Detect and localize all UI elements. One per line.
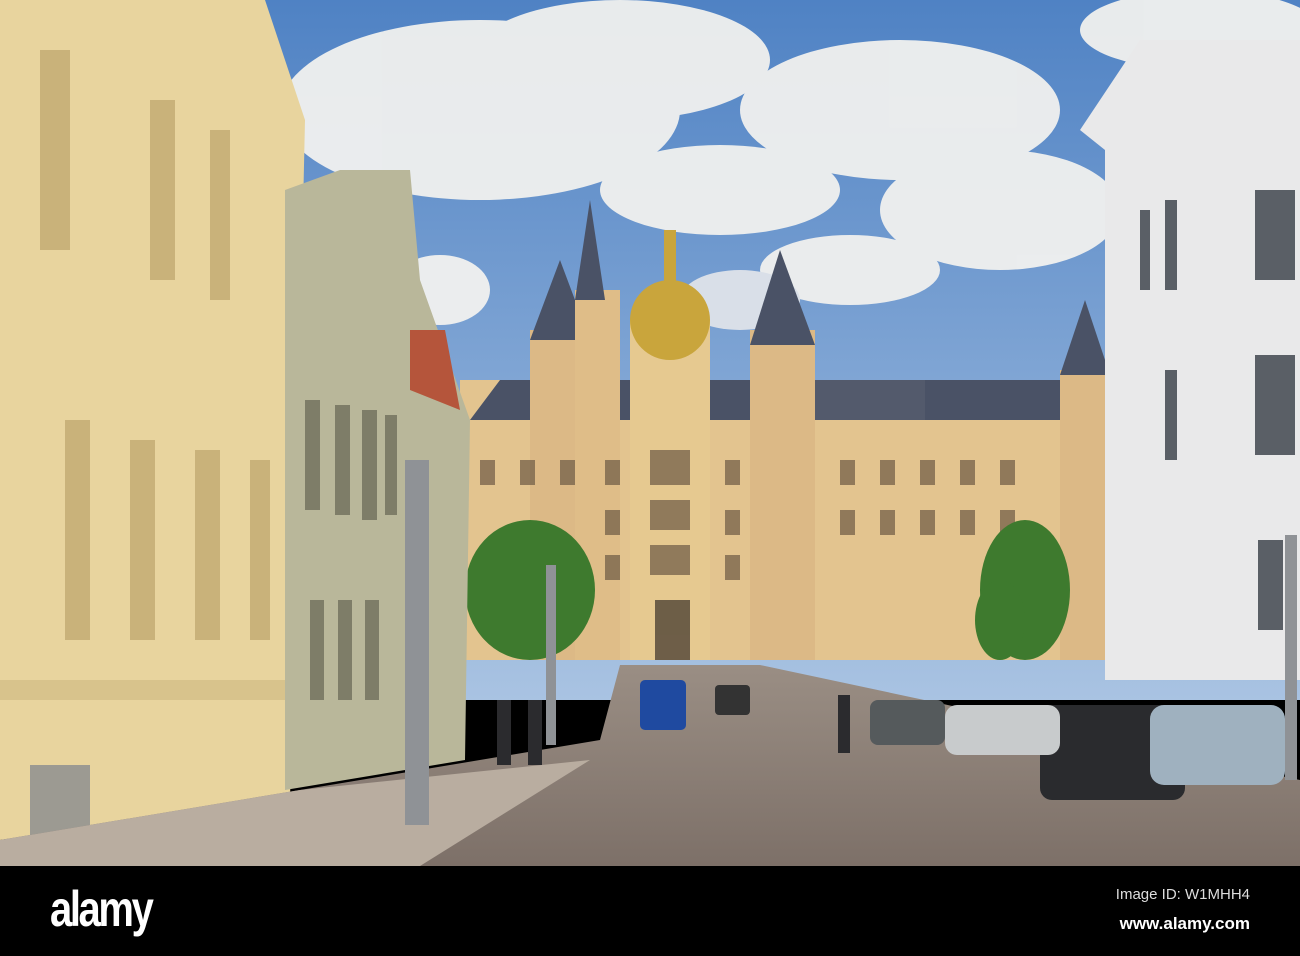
right-white-building — [1080, 40, 1300, 680]
website-label: www.alamy.com — [1119, 914, 1250, 933]
watermark-bar: alamy Image ID: W1MHH4 www.alamy.com — [0, 866, 1300, 956]
street-scene-photo — [0, 0, 1300, 866]
alamy-logo: alamy — [50, 881, 154, 937]
stock-photo: alamy Image ID: W1MHH4 www.alamy.com — [0, 0, 1300, 956]
left-yellow-building — [0, 0, 305, 850]
image-id-label: Image ID: W1MHH4 — [1115, 886, 1250, 903]
